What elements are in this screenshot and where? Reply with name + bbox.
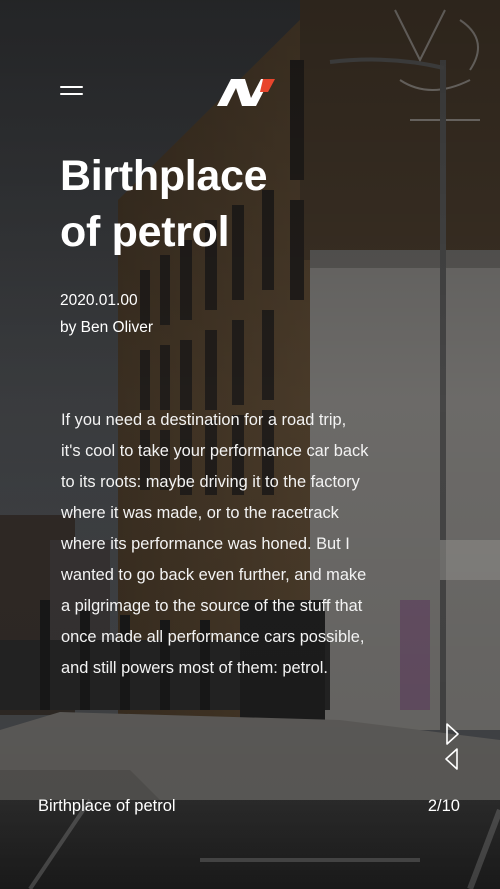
page-counter: 2/10 [427,797,460,815]
article-date: 2020.01.00 [60,292,138,309]
article-body: If you need a destination for a road tri… [61,405,441,684]
article-byline: by Ben Oliver [60,319,154,336]
article-body-line: once made all performance cars possible, [61,628,365,646]
article-body-line: to its roots: maybe driving it to the fa… [61,473,360,491]
article-screen: Birthplace of petrol 2020.01.00 by Ben O… [0,0,500,889]
article-title-line: Birthplace [60,152,268,200]
chevron-left-outline-icon[interactable] [440,747,464,771]
article-body-line: and still powers most of them: petrol. [61,659,328,677]
article-body-line: it's cool to take your performance car b… [61,442,369,460]
article-title: Birthplace of petrol [60,148,360,260]
article-title-line: of petrol [60,208,230,256]
article-body-line: wanted to go back even further, and make [61,566,367,584]
page-navigation [440,722,464,772]
article-meta: 2020.01.00 by Ben Oliver [60,287,153,341]
article-body-line: If you need a destination for a road tri… [61,411,347,429]
hamburger-menu-icon[interactable] [60,84,84,100]
article-body-line: a pilgrimage to the source of the stuff … [61,597,363,615]
article-body-line: where it was made, or to the racetrack [61,504,339,522]
n-brand-logo[interactable] [216,76,278,110]
footer-article-title: Birthplace of petrol [38,797,176,815]
menu-bar [60,86,83,88]
chevron-right-outline-icon[interactable] [440,722,464,746]
menu-bar [60,93,83,95]
article-body-line: where its performance was honed. But I [61,535,350,553]
